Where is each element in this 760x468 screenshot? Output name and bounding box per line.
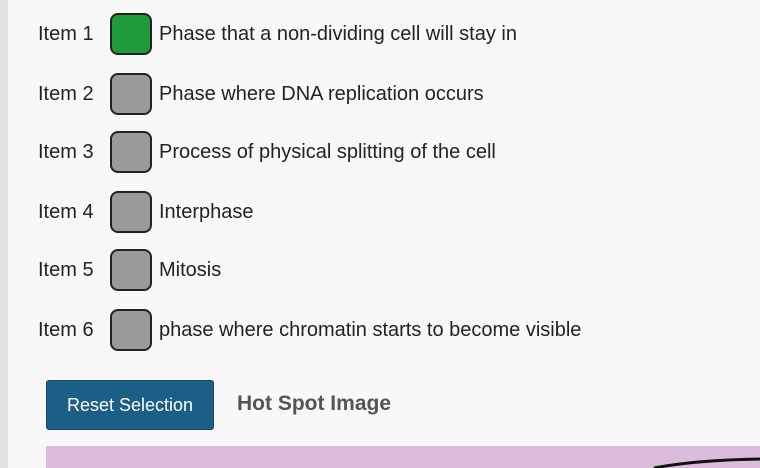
item-4-color-swatch[interactable] (110, 191, 152, 233)
item-label: Item 3 (38, 140, 94, 163)
item-6-color-swatch[interactable] (110, 309, 152, 351)
item-label: Item 6 (38, 318, 94, 341)
reset-selection-button[interactable]: Reset Selection (46, 380, 214, 430)
item-row-1: Item 1 Phase that a non-dividing cell wi… (38, 10, 517, 58)
item-label: Item 2 (38, 82, 94, 105)
item-row-2: Item 2 Phase where DNA replication occur… (38, 70, 484, 118)
item-label: Item 1 (38, 22, 94, 45)
item-description: Phase where DNA replication occurs (159, 82, 484, 105)
item-label: Item 5 (38, 258, 94, 281)
item-1-color-swatch[interactable] (110, 13, 152, 55)
item-row-3: Item 3 Process of physical splitting of … (38, 128, 496, 176)
item-description: Phase that a non-dividing cell will stay… (159, 22, 517, 45)
left-rail (0, 0, 8, 468)
item-description: phase where chromatin starts to become v… (159, 318, 582, 341)
item-description: Mitosis (159, 258, 222, 281)
item-2-color-swatch[interactable] (110, 73, 152, 115)
hotspot-image[interactable] (46, 446, 760, 468)
item-label: Item 4 (38, 200, 94, 223)
item-row-6: Item 6 phase where chromatin starts to b… (38, 306, 581, 354)
item-description: Interphase (159, 200, 254, 223)
item-5-color-swatch[interactable] (110, 249, 152, 291)
item-3-color-swatch[interactable] (110, 131, 152, 173)
hotspot-image-drawing (653, 457, 760, 468)
item-description: Process of physical splitting of the cel… (159, 140, 496, 163)
item-row-5: Item 5 Mitosis (38, 246, 221, 294)
hotspot-image-title: Hot Spot Image (237, 392, 392, 415)
item-row-4: Item 4 Interphase (38, 188, 254, 236)
